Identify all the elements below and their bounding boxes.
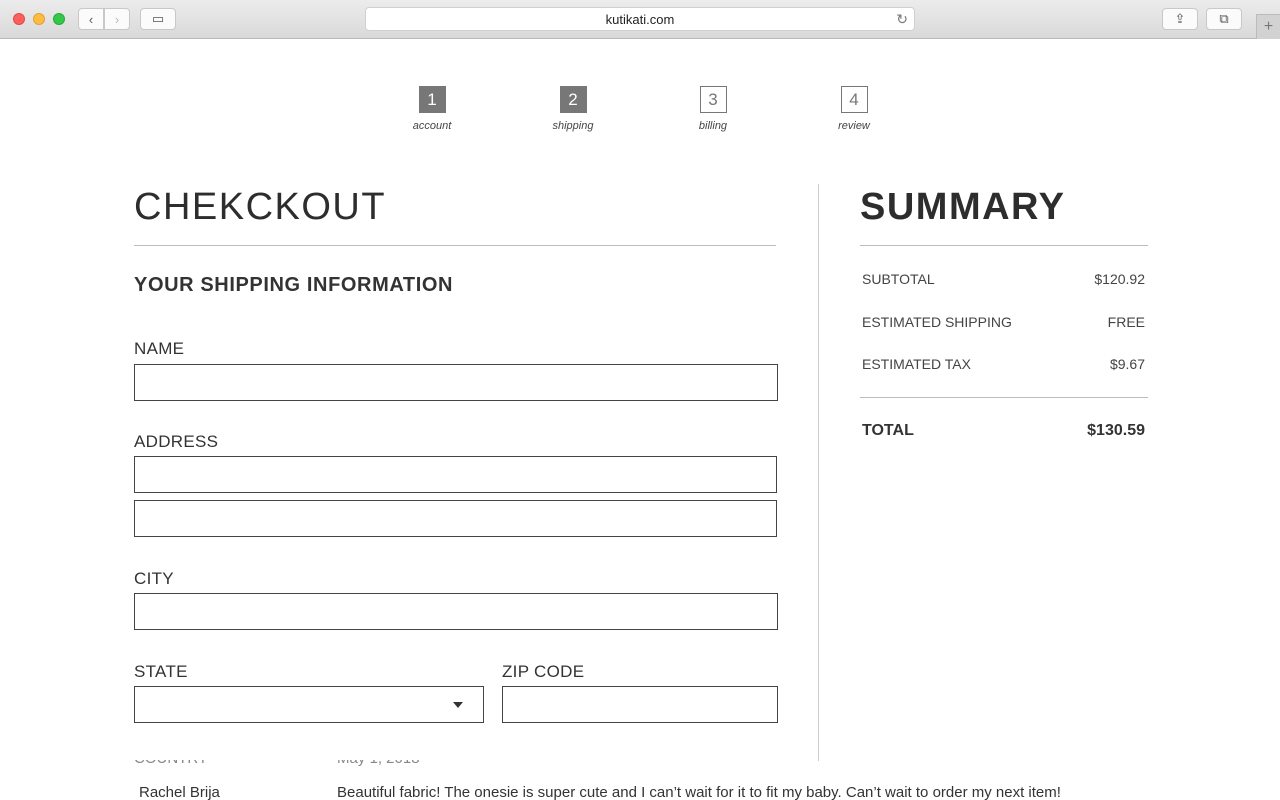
review-date: May 1, 2018	[337, 750, 420, 767]
tab-overview-button[interactable]: ⧉	[1206, 8, 1242, 30]
summary-row-total: TOTAL $130.59	[862, 422, 1145, 440]
address-label: ADDRESS	[134, 432, 219, 451]
city-field[interactable]	[134, 593, 778, 630]
forward-button[interactable]: ›	[104, 8, 130, 30]
review-author: Rachel Brija	[139, 784, 220, 800]
url-text: kutikati.com	[605, 11, 675, 27]
country-label: COUNTRY	[134, 750, 208, 767]
back-button[interactable]: ‹	[78, 8, 104, 30]
plus-icon: +	[1263, 18, 1274, 35]
summary-row-shipping: ESTIMATED SHIPPING FREE	[862, 314, 1145, 330]
step-number-box: 2	[559, 86, 587, 113]
step-review[interactable]: 4 review	[814, 86, 894, 132]
step-account[interactable]: 1 account	[392, 86, 472, 132]
browser-toolbar: ‹ › ▭ kutikati.com ↻ ⇪ ⧉ +	[0, 0, 1280, 39]
share-icon: ⇪	[1174, 11, 1186, 26]
column-divider	[818, 184, 819, 761]
address-line-2-field[interactable]	[134, 500, 777, 537]
maximize-window-button[interactable]	[53, 13, 65, 25]
new-tab-button[interactable]: +	[1256, 14, 1280, 39]
tax-label: ESTIMATED TAX	[862, 356, 971, 372]
zip-code-field[interactable]	[502, 686, 778, 723]
close-window-button[interactable]	[13, 13, 25, 25]
step-label: shipping	[552, 120, 594, 132]
caret-down-icon	[453, 702, 463, 708]
subtotal-label: SUBTOTAL	[862, 271, 935, 287]
summary-row-subtotal: SUBTOTAL $120.92	[862, 271, 1145, 287]
step-number-box: 3	[699, 86, 727, 113]
address-bar[interactable]: kutikati.com ↻	[365, 7, 915, 31]
state-label: STATE	[134, 662, 188, 681]
step-label: account	[412, 120, 452, 132]
summary-row-tax: ESTIMATED TAX $9.67	[862, 356, 1145, 372]
share-button[interactable]: ⇪	[1162, 8, 1198, 30]
reload-icon[interactable]: ↻	[896, 11, 908, 28]
zip-code-label: ZIP CODE	[502, 662, 585, 681]
page-title: CHEKCKOUT	[134, 186, 387, 228]
step-number-box: 4	[840, 86, 868, 113]
chevron-left-icon: ‹	[88, 11, 94, 27]
minimize-window-button[interactable]	[33, 13, 45, 25]
summary-title: SUMMARY	[860, 186, 1066, 228]
review-text: Beautiful fabric! The onesie is super cu…	[337, 784, 1061, 800]
step-label: review	[838, 120, 870, 132]
total-divider	[860, 397, 1148, 398]
step-number-box: 1	[418, 86, 446, 113]
total-label: TOTAL	[862, 422, 914, 439]
sidebar-toggle-button[interactable]: ▭	[140, 8, 176, 30]
state-select[interactable]	[134, 686, 484, 723]
name-field[interactable]	[134, 364, 778, 401]
chevron-right-icon: ›	[114, 11, 120, 27]
shipping-label: ESTIMATED SHIPPING	[862, 314, 1012, 330]
sidebar-icon: ▭	[151, 11, 165, 26]
total-value: $130.59	[1087, 422, 1145, 439]
subtotal-value: $120.92	[1094, 271, 1145, 287]
summary-title-divider	[860, 245, 1148, 246]
step-shipping[interactable]: 2 shipping	[533, 86, 613, 132]
name-label: NAME	[134, 339, 185, 358]
step-billing[interactable]: 3 billing	[673, 86, 753, 132]
address-line-1-field[interactable]	[134, 456, 777, 493]
tabs-icon: ⧉	[1219, 11, 1229, 26]
shipping-value: FREE	[1107, 314, 1145, 330]
tax-value: $9.67	[1109, 356, 1145, 372]
step-label: billing	[698, 120, 728, 132]
title-divider	[134, 245, 776, 246]
section-title: YOUR SHIPPING INFORMATION	[134, 274, 454, 296]
city-label: CITY	[134, 569, 174, 588]
